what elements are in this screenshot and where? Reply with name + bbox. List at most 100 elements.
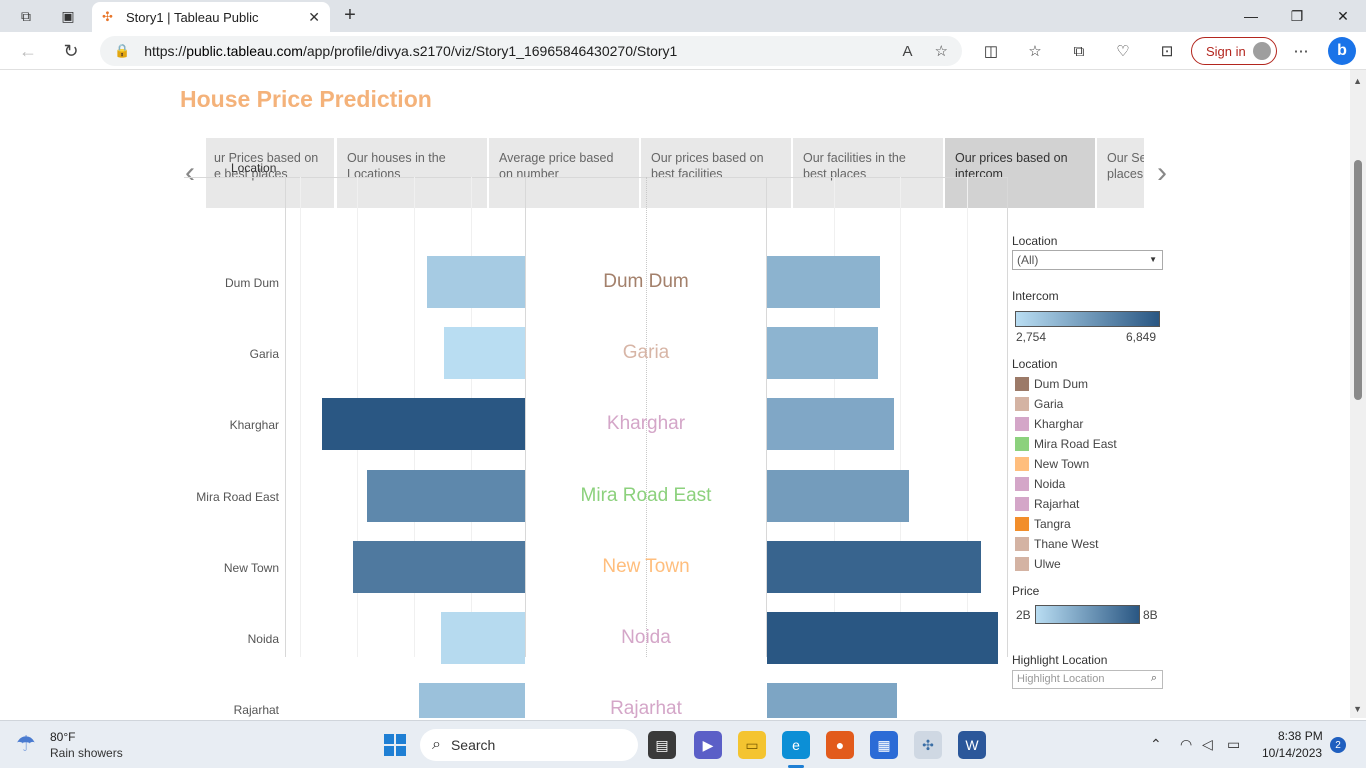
legend-label: Dum Dum xyxy=(1034,377,1089,391)
chart-area: Dum Dum Dum Dum Garia Garia Kharghar Kharghar… xyxy=(0,0,1366,718)
word-icon[interactable]: W xyxy=(958,731,986,759)
legend-swatch xyxy=(1015,477,1029,491)
location-legend-item[interactable]: Noida xyxy=(1015,477,1065,491)
price-min-label: 2B xyxy=(1016,608,1031,622)
notification-badge[interactable]: 2 xyxy=(1330,737,1346,753)
gridline xyxy=(300,177,301,657)
intercom-bar[interactable] xyxy=(322,398,525,451)
location-center-label[interactable]: Kharghar xyxy=(526,413,766,435)
legend-label: New Town xyxy=(1034,457,1090,471)
legend-swatch xyxy=(1015,557,1029,571)
task-view-icon[interactable]: ▤ xyxy=(648,731,676,759)
highlight-placeholder: Highlight Location xyxy=(1017,673,1105,685)
location-legend-item[interactable]: Rajarhat xyxy=(1015,497,1079,511)
tray-chevron-up-icon[interactable]: ⌃ xyxy=(1150,736,1162,753)
legend-label: Rajarhat xyxy=(1034,497,1080,511)
row-label: Garia xyxy=(249,347,279,362)
price-bar[interactable] xyxy=(767,398,895,451)
clock-date[interactable]: 10/14/2023 xyxy=(1262,746,1322,760)
row-label: Kharghar xyxy=(229,418,279,433)
row-label: Mira Road East xyxy=(196,489,279,504)
intercom-bar[interactable] xyxy=(366,469,525,522)
legend-label: Ulwe xyxy=(1034,557,1061,571)
teams-chat-icon[interactable]: ▶ xyxy=(694,731,722,759)
row-label: Dum Dum xyxy=(224,276,279,290)
taskbar-search-label: Search xyxy=(450,737,496,753)
legend-swatch xyxy=(1015,437,1029,451)
speaker-icon[interactable]: ◁ xyxy=(1202,736,1213,753)
intercom-max-label: 6,849 xyxy=(1126,330,1157,344)
price-bar[interactable] xyxy=(767,540,981,593)
location-legend-item[interactable]: Thane West xyxy=(1015,537,1098,551)
legend-label: Mira Road East xyxy=(1034,437,1117,451)
location-center-label[interactable]: Noida xyxy=(526,627,766,649)
price-color-ramp xyxy=(1035,605,1140,624)
weather-temperature[interactable]: 80°F xyxy=(50,730,75,744)
snipping-tool-icon[interactable]: ✣ xyxy=(914,731,942,759)
intercom-bar[interactable] xyxy=(353,540,525,593)
legend-label: Garia xyxy=(1034,397,1064,411)
battery-icon[interactable]: ▭ xyxy=(1227,736,1240,753)
row-label: Noida xyxy=(247,632,279,646)
intercom-min-label: 2,754 xyxy=(1016,330,1047,344)
location-center-label[interactable]: Mira Road East xyxy=(526,485,766,507)
location-legend-item[interactable]: Mira Road East xyxy=(1015,437,1117,451)
location-legend-title: Location xyxy=(1012,357,1058,371)
edge-browser-icon[interactable]: e xyxy=(782,731,810,759)
legend-swatch xyxy=(1015,417,1029,431)
intercom-color-ramp xyxy=(1015,311,1160,327)
location-center-label[interactable]: Garia xyxy=(526,342,766,364)
location-filter-value: (All) xyxy=(1017,253,1039,267)
price-bar[interactable] xyxy=(767,327,879,380)
intercom-bar[interactable] xyxy=(418,683,525,718)
legend-swatch xyxy=(1015,517,1029,531)
intercom-bar[interactable] xyxy=(440,612,525,664)
chevron-down-icon: ▼ xyxy=(1149,255,1157,264)
search-icon: ⌕ xyxy=(432,736,441,753)
price-bar[interactable] xyxy=(767,683,898,718)
start-button[interactable] xyxy=(384,734,406,756)
location-legend-item[interactable]: Ulwe xyxy=(1015,557,1061,571)
intercom-bar[interactable] xyxy=(443,327,525,380)
location-legend-item[interactable]: Kharghar xyxy=(1015,417,1083,431)
price-max-label: 8B xyxy=(1143,608,1158,622)
legend-swatch xyxy=(1015,457,1029,471)
legend-label: Noida xyxy=(1034,477,1066,491)
clock-time[interactable]: 8:38 PM xyxy=(1278,729,1323,743)
intercom-legend-title: Intercom xyxy=(1012,289,1059,303)
search-icon: ⌕ xyxy=(1150,672,1157,684)
legend-label: Thane West xyxy=(1034,537,1099,551)
location-legend-item[interactable]: Tangra xyxy=(1015,517,1071,531)
legend-swatch xyxy=(1015,397,1029,411)
file-explorer-icon[interactable]: ▭ xyxy=(738,731,766,759)
location-center-label[interactable]: Rajarhat xyxy=(526,698,766,718)
pane-divider xyxy=(285,177,286,657)
location-filter-dropdown[interactable]: (All) ▼ xyxy=(1012,250,1163,270)
row-label: Rajarhat xyxy=(233,703,279,718)
legend-swatch xyxy=(1015,497,1029,511)
weather-rain-icon[interactable]: ☂ xyxy=(16,731,36,757)
highlight-location-input[interactable]: Highlight Location ⌕ xyxy=(1012,670,1163,689)
legend-swatch xyxy=(1015,537,1029,551)
price-bar[interactable] xyxy=(767,612,999,664)
windows-taskbar: ☂ 80°F Rain showers ⌕ Search ▤ ▶ ▭ e ● ▦… xyxy=(0,720,1366,768)
row-label: New Town xyxy=(223,560,279,575)
price-legend-title: Price xyxy=(1012,584,1040,598)
location-legend-item[interactable]: New Town xyxy=(1015,457,1089,471)
wifi-icon[interactable]: ◠ xyxy=(1180,736,1192,753)
legend-swatch xyxy=(1015,377,1029,391)
price-bar[interactable] xyxy=(767,469,909,522)
firefox-icon[interactable]: ● xyxy=(826,731,854,759)
location-filter-title: Location xyxy=(1012,234,1058,248)
location-legend-item[interactable]: Dum Dum xyxy=(1015,377,1088,391)
location-center-label[interactable]: New Town xyxy=(526,556,766,578)
weather-description[interactable]: Rain showers xyxy=(50,746,123,760)
location-legend-item[interactable]: Garia xyxy=(1015,397,1063,411)
location-center-label[interactable]: Dum Dum xyxy=(526,271,766,293)
price-bar[interactable] xyxy=(767,256,880,308)
intercom-bar[interactable] xyxy=(427,256,525,308)
taskbar-search[interactable]: ⌕ Search xyxy=(420,729,638,761)
pane-divider xyxy=(1007,177,1008,657)
highlight-location-title: Highlight Location xyxy=(1012,653,1108,667)
microsoft-store-icon[interactable]: ▦ xyxy=(870,731,898,759)
